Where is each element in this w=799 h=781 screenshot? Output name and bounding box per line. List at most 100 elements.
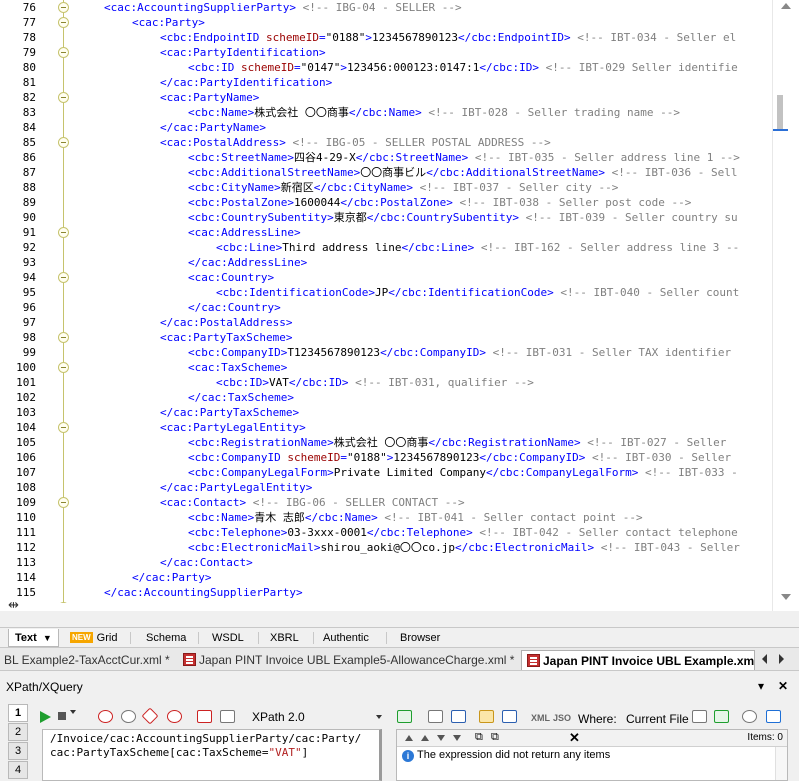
xml-mode-label[interactable]: XML [531,713,550,723]
run-options-dropdown-icon[interactable] [70,710,76,714]
window-icon[interactable] [428,710,443,723]
code-line[interactable]: <cac:PartyTaxScheme> [160,330,292,345]
xpath-tab-2[interactable]: 2 [8,723,28,741]
code-line[interactable]: <cac:PostalAddress> <!-- IBG-05 - SELLER… [160,135,551,150]
dropdown-arrow-icon[interactable]: ▼ [43,633,52,643]
code-line[interactable]: <cbc:ElectronicMail>shirou_aoki@〇〇co.jp<… [188,540,740,555]
doc-tab-allowancecharge[interactable]: Japan PINT Invoice UBL Example5-Allowanc… [178,650,518,670]
insert-gray-icon[interactable] [220,710,235,723]
code-line[interactable]: <cbc:PostalZone>1600044</cbc:PostalZone>… [188,195,691,210]
code-line[interactable]: </cac:PartyName> [160,120,266,135]
tab-scroll-left-icon[interactable] [762,654,767,664]
tab-browser-view[interactable]: Browser [394,629,446,647]
help-icon[interactable] [766,710,781,723]
fold-toggle-icon[interactable] [58,332,69,343]
code-line[interactable]: </cac:AddressLine> [188,255,307,270]
code-line[interactable]: </cac:AccountingSupplierParty> [104,585,303,600]
tab-authentic-view[interactable]: Authentic [317,629,375,647]
code-line[interactable]: <cbc:CountrySubentity>東京都</cbc:CountrySu… [188,210,738,225]
xml-editor[interactable]: 76 77 78 79 80 81 82 83 84 85 86 87 88 89 90 91 92 93 94 95… [0,0,799,611]
fold-toggle-icon[interactable] [58,362,69,373]
xpath-version-select[interactable]: XPath 2.0 [248,708,384,726]
copy-all-icon[interactable]: ⧉ [491,731,499,744]
code-line[interactable]: <cac:Party> [132,15,205,30]
save-icon[interactable] [502,710,517,723]
first-result-icon[interactable] [405,735,413,741]
clear-results-icon[interactable]: ✕ [569,730,580,746]
where-value[interactable]: Current File [626,712,689,726]
checkbox-toggle-icon[interactable] [397,710,412,723]
fold-toggle-icon[interactable] [58,92,69,103]
json-mode-label[interactable]: JSO [553,713,571,723]
code-line[interactable]: <cbc:EndpointID schemeID="0188">12345678… [160,30,736,45]
fold-toggle-icon[interactable] [58,272,69,283]
fold-toggle-icon[interactable] [58,227,69,238]
builder-icon[interactable] [167,710,182,723]
fold-toggle-icon[interactable] [58,2,69,13]
link-icon[interactable] [121,710,136,723]
scrollbar-thumb[interactable] [777,95,783,131]
scroll-down-arrow-icon[interactable] [781,594,791,600]
fold-toggle-icon[interactable] [58,497,69,508]
code-line[interactable]: </cac:TaxScheme> [188,390,294,405]
code-line[interactable]: <cac:PartyLegalEntity> [160,420,306,435]
xpath-expression-input[interactable]: /Invoice/cac:AccountingSupplierParty/cac… [42,729,382,781]
code-line[interactable]: <cbc:AdditionalStreetName>〇〇商事ビル</cbc:Ad… [188,165,737,180]
code-line[interactable]: <cbc:RegistrationName>株式会社 〇〇商事</cbc:Reg… [188,435,726,450]
code-line[interactable]: <cac:PartyIdentification> [160,45,326,60]
panel-menu-icon[interactable]: ▾ [758,679,764,693]
xpath-tab-3[interactable]: 3 [8,742,28,760]
code-line[interactable]: <cac:AccountingSupplierParty> <!-- IBG-0… [104,0,462,15]
fold-toggle-icon[interactable] [58,47,69,58]
horizontal-scrollbar[interactable]: ⇹ [0,597,772,611]
code-line[interactable]: <cbc:CompanyID schemeID="0188">123456789… [188,450,731,465]
code-line[interactable]: </cac:Party> [132,570,211,585]
code-line[interactable]: </cac:Contact> [160,555,253,570]
code-line[interactable]: <cac:TaxScheme> [188,360,287,375]
close-panel-icon[interactable]: ✕ [778,679,788,693]
tab-xbrl-view[interactable]: XBRL [264,629,305,647]
code-line[interactable]: <cbc:ID>VAT</cbc:ID> <!-- IBT-031, quali… [216,375,534,390]
code-line[interactable]: <cbc:Name>青木 志郎</cbc:Name> <!-- IBT-041 … [188,510,643,525]
code-line[interactable]: <cbc:CityName>新宿区</cbc:CityName> <!-- IB… [188,180,618,195]
doc-tab-example-active[interactable]: Japan PINT Invoice UBL Example.xml * [521,650,755,670]
vertical-scrollbar[interactable] [772,0,799,611]
code-line[interactable]: <cbc:Telephone>03-3xxx-0001</cbc:Telepho… [188,525,738,540]
previous-result-icon[interactable] [421,735,429,741]
xpath-tab-4[interactable]: 4 [8,761,28,779]
run-play-icon[interactable] [40,711,51,723]
doc-tab-taxacctcur[interactable]: BL Example2-TaxAcctCur.xml * [4,650,176,670]
text-cursor-icon[interactable] [451,710,466,723]
code-line[interactable]: <cbc:IdentificationCode>JP</cbc:Identifi… [216,285,739,300]
tab-grid-view[interactable]: NEW Grid [64,629,123,647]
tab-schema-view[interactable]: Schema [140,629,192,647]
evaluate-diamond-icon[interactable] [141,707,159,725]
toggle-option-icon[interactable] [714,710,729,723]
tools-icon[interactable] [692,710,707,723]
code-line[interactable]: <cbc:StreetName>四谷4-29-X</cbc:StreetName… [188,150,740,165]
code-line[interactable]: <cbc:ID schemeID="0147">123456:000123:01… [188,60,738,75]
code-line[interactable]: <cac:Contact> <!-- IBG-06 - SELLER CONTA… [160,495,465,510]
tab-text-view[interactable]: Text ▼ [8,629,59,647]
scroll-up-arrow-icon[interactable] [781,3,791,9]
last-result-icon[interactable] [453,735,461,741]
code-line[interactable]: <cbc:CompanyLegalForm>Private Limited Co… [188,465,738,480]
gear-icon[interactable] [742,710,757,723]
code-line[interactable]: <cbc:CompanyID>T1234567890123</cbc:Compa… [188,345,731,360]
code-line[interactable]: <cac:AddressLine> [188,225,301,240]
results-scrollbar[interactable] [775,747,787,780]
code-line[interactable]: <cbc:Name>株式会社 〇〇商事</cbc:Name> <!-- IBT-… [188,105,680,120]
tab-wsdl-view[interactable]: WSDL [206,629,250,647]
code-area[interactable]: <cac:AccountingSupplierParty> <!-- IBG-0… [80,0,772,603]
stop-icon[interactable] [58,712,66,720]
tab-scroll-right-icon[interactable] [779,654,784,664]
code-line[interactable]: </cac:PartyIdentification> [160,75,332,90]
code-line[interactable]: <cac:Country> [188,270,274,285]
fold-toggle-icon[interactable] [58,137,69,148]
next-result-icon[interactable] [437,735,445,741]
code-line[interactable]: </cac:PostalAddress> [160,315,292,330]
debug-step-icon[interactable] [98,710,113,723]
insert-red-icon[interactable] [197,710,212,723]
fold-toggle-icon[interactable] [58,17,69,28]
code-line[interactable]: <cbc:Line>Third address line</cbc:Line> … [216,240,739,255]
